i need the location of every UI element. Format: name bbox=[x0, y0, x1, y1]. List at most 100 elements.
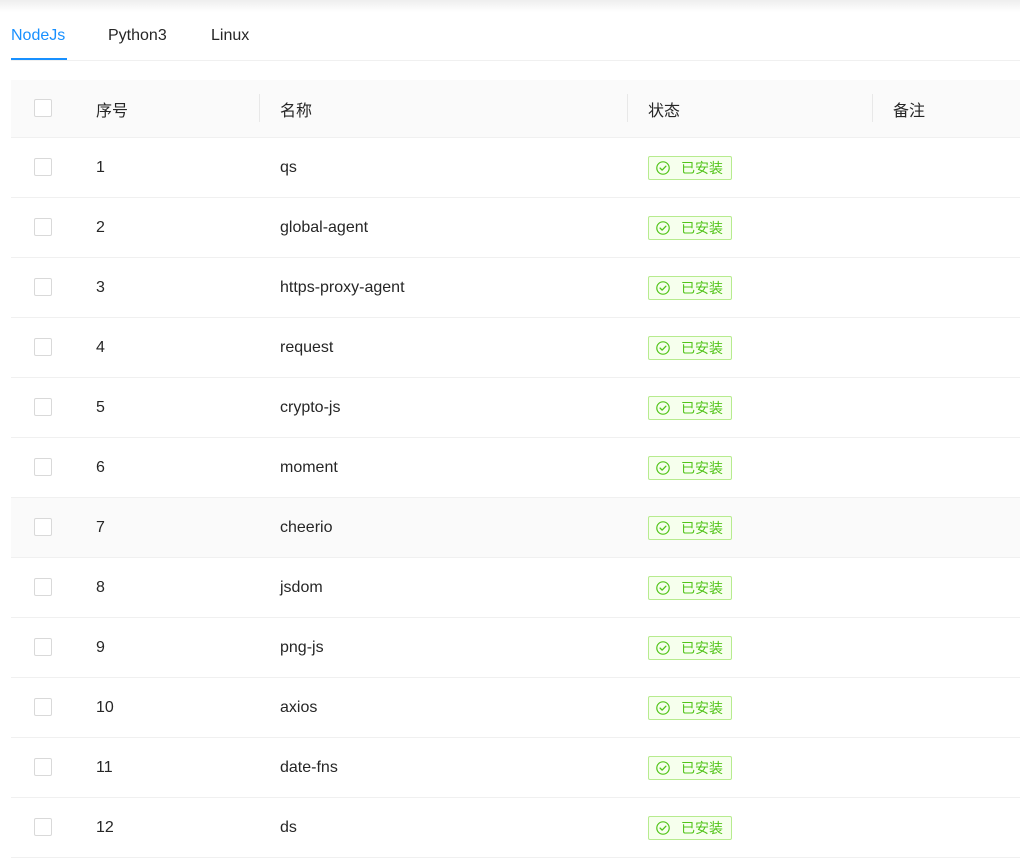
top-shadow-line bbox=[0, 0, 1020, 12]
check-circle-icon bbox=[656, 580, 670, 595]
table-row[interactable]: 12 ds 已安装 bbox=[11, 797, 1020, 858]
row-select-cell bbox=[11, 797, 77, 858]
row-name: cheerio bbox=[260, 497, 628, 558]
header-status: 状态 bbox=[628, 80, 873, 138]
row-index: 7 bbox=[77, 497, 260, 558]
row-note bbox=[873, 137, 1020, 198]
check-circle-icon bbox=[656, 280, 670, 295]
status-text: 已安装 bbox=[681, 399, 723, 416]
table-row[interactable]: 3 https-proxy-agent 已安装 bbox=[11, 257, 1020, 318]
row-name: global-agent bbox=[260, 197, 628, 258]
row-name: request bbox=[260, 317, 628, 378]
row-name: png-js bbox=[260, 617, 628, 678]
table-row[interactable]: 6 moment 已安装 bbox=[11, 437, 1020, 498]
table-header-row: 序号 名称 状态 备注 bbox=[11, 80, 1020, 138]
row-status-cell: 已安装 bbox=[628, 677, 873, 738]
row-select-cell bbox=[11, 677, 77, 738]
row-checkbox[interactable] bbox=[34, 458, 52, 477]
table-body: 1 qs 已安装 2 global-agent 已安装 3 https-proxy-agent… bbox=[11, 137, 1020, 858]
status-text: 已安装 bbox=[681, 279, 723, 296]
row-checkbox[interactable] bbox=[34, 578, 52, 597]
row-checkbox[interactable] bbox=[34, 398, 52, 417]
row-checkbox[interactable] bbox=[34, 338, 52, 357]
table-row[interactable]: 2 global-agent 已安装 bbox=[11, 197, 1020, 258]
row-checkbox[interactable] bbox=[34, 758, 52, 777]
row-index: 4 bbox=[77, 317, 260, 378]
status-text: 已安装 bbox=[681, 639, 723, 656]
row-status-cell: 已安装 bbox=[628, 737, 873, 798]
status-text: 已安装 bbox=[681, 339, 723, 356]
row-index: 1 bbox=[77, 137, 260, 198]
row-name: date-fns bbox=[260, 737, 628, 798]
status-badge: 已安装 bbox=[648, 455, 732, 480]
row-checkbox[interactable] bbox=[34, 218, 52, 237]
table-row[interactable]: 1 qs 已安装 bbox=[11, 137, 1020, 198]
check-circle-icon bbox=[656, 460, 670, 475]
status-badge: 已安装 bbox=[648, 575, 732, 600]
header-status-label: 状态 bbox=[648, 102, 681, 120]
row-checkbox[interactable] bbox=[34, 278, 52, 297]
row-note bbox=[873, 737, 1020, 798]
tab-linux[interactable]: Linux bbox=[211, 24, 249, 60]
table-row[interactable]: 8 jsdom 已安装 bbox=[11, 557, 1020, 618]
row-status-cell: 已安装 bbox=[628, 797, 873, 858]
row-index: 12 bbox=[77, 797, 260, 858]
row-note bbox=[873, 377, 1020, 438]
package-type-tabs: NodeJs Python3 Linux bbox=[11, 24, 1020, 61]
table-row[interactable]: 4 request 已安装 bbox=[11, 317, 1020, 378]
check-circle-icon bbox=[656, 820, 670, 835]
status-text: 已安装 bbox=[681, 219, 723, 236]
row-checkbox[interactable] bbox=[34, 818, 52, 837]
row-index: 10 bbox=[77, 677, 260, 738]
status-badge: 已安装 bbox=[648, 335, 732, 360]
row-checkbox[interactable] bbox=[34, 698, 52, 717]
row-name: ds bbox=[260, 797, 628, 858]
row-select-cell bbox=[11, 737, 77, 798]
row-note bbox=[873, 677, 1020, 738]
tab-nodejs[interactable]: NodeJs bbox=[11, 24, 65, 60]
status-text: 已安装 bbox=[681, 759, 723, 776]
check-circle-icon bbox=[656, 640, 670, 655]
header-index: 序号 bbox=[77, 80, 260, 138]
check-circle-icon bbox=[656, 700, 670, 715]
table-row[interactable]: 9 png-js 已安装 bbox=[11, 617, 1020, 678]
tab-python3[interactable]: Python3 bbox=[108, 24, 167, 60]
row-checkbox[interactable] bbox=[34, 638, 52, 657]
row-status-cell: 已安装 bbox=[628, 257, 873, 318]
row-select-cell bbox=[11, 557, 77, 618]
status-badge: 已安装 bbox=[648, 275, 732, 300]
header-name: 名称 bbox=[260, 80, 628, 138]
table-row[interactable]: 5 crypto-js 已安装 bbox=[11, 377, 1020, 438]
row-name: moment bbox=[260, 437, 628, 498]
row-checkbox[interactable] bbox=[34, 518, 52, 537]
row-status-cell: 已安装 bbox=[628, 317, 873, 378]
header-select-all-cell bbox=[11, 80, 77, 138]
select-all-checkbox[interactable] bbox=[34, 99, 52, 118]
row-index: 2 bbox=[77, 197, 260, 258]
check-circle-icon bbox=[656, 400, 670, 415]
status-badge: 已安装 bbox=[648, 155, 732, 180]
status-badge: 已安装 bbox=[648, 755, 732, 780]
row-index: 3 bbox=[77, 257, 260, 318]
table-row[interactable]: 11 date-fns 已安装 bbox=[11, 737, 1020, 798]
status-badge: 已安装 bbox=[648, 515, 732, 540]
header-index-label: 序号 bbox=[96, 102, 129, 120]
row-status-cell: 已安装 bbox=[628, 497, 873, 558]
table-row[interactable]: 10 axios 已安装 bbox=[11, 677, 1020, 738]
row-note bbox=[873, 197, 1020, 258]
header-note: 备注 bbox=[873, 80, 1020, 138]
check-circle-icon bbox=[656, 340, 670, 355]
status-text: 已安装 bbox=[681, 579, 723, 596]
header-note-label: 备注 bbox=[893, 102, 926, 120]
row-name: axios bbox=[260, 677, 628, 738]
row-note bbox=[873, 497, 1020, 558]
row-select-cell bbox=[11, 137, 77, 198]
row-status-cell: 已安装 bbox=[628, 197, 873, 258]
row-index: 6 bbox=[77, 437, 260, 498]
row-select-cell bbox=[11, 317, 77, 378]
row-note bbox=[873, 317, 1020, 378]
status-text: 已安装 bbox=[681, 459, 723, 476]
row-index: 5 bbox=[77, 377, 260, 438]
row-checkbox[interactable] bbox=[34, 158, 52, 177]
table-row[interactable]: 7 cheerio 已安装 bbox=[11, 497, 1020, 558]
